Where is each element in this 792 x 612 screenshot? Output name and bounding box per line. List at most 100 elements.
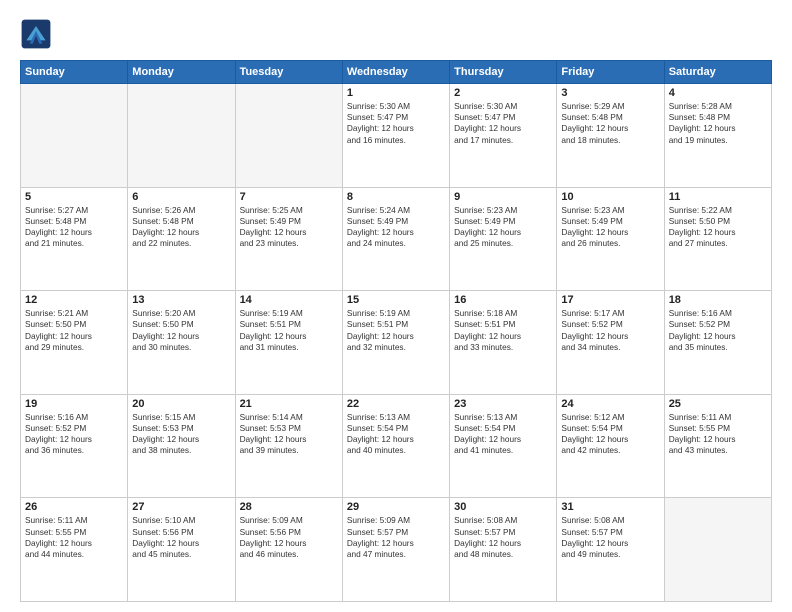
calendar-cell: 10 Sunrise: 5:23 AM Sunset: 5:49 PM Dayli…	[557, 187, 664, 291]
day-info: Sunrise: 5:30 AM Sunset: 5:47 PM Dayligh…	[347, 101, 445, 146]
calendar-cell: 14 Sunrise: 5:19 AM Sunset: 5:51 PM Dayli…	[235, 291, 342, 395]
calendar-cell: 12Sunrise: 5:21 AM Sunset: 5:50 PM Dayli…	[21, 291, 128, 395]
day-number: 10	[561, 191, 659, 203]
calendar-cell: 6 Sunrise: 5:26 AM Sunset: 5:48 PM Daylig…	[128, 187, 235, 291]
calendar-cell	[128, 84, 235, 188]
day-info: Sunrise: 5:28 AM Sunset: 5:48 PM Dayligh…	[669, 101, 767, 146]
calendar-cell: 4Sunrise: 5:28 AM Sunset: 5:48 PM Daylig…	[664, 84, 771, 188]
calendar-cell: 13 Sunrise: 5:20 AM Sunset: 5:50 PM Dayli…	[128, 291, 235, 395]
calendar-cell: 31 Sunrise: 5:08 AM Sunset: 5:57 PM Dayli…	[557, 498, 664, 602]
calendar-cell: 1 Sunrise: 5:30 AM Sunset: 5:47 PM Daylig…	[342, 84, 449, 188]
calendar-cell: 22 Sunrise: 5:13 AM Sunset: 5:54 PM Dayli…	[342, 394, 449, 498]
weekday-header-row: SundayMondayTuesdayWednesdayThursdayFrid…	[21, 61, 772, 84]
weekday-header-sunday: Sunday	[21, 61, 128, 84]
day-number: 13	[132, 294, 230, 306]
calendar-week-row: 5 Sunrise: 5:27 AM Sunset: 5:48 PM Daylig…	[21, 187, 772, 291]
day-number: 22	[347, 398, 445, 410]
day-number: 7	[240, 191, 338, 203]
day-info: Sunrise: 5:19 AM Sunset: 5:51 PM Dayligh…	[240, 308, 338, 353]
day-number: 11	[669, 191, 767, 203]
day-info: Sunrise: 5:21 AM Sunset: 5:50 PM Dayligh…	[25, 308, 123, 353]
day-number: 23	[454, 398, 552, 410]
calendar-cell: 29Sunrise: 5:09 AM Sunset: 5:57 PM Dayli…	[342, 498, 449, 602]
day-number: 8	[347, 191, 445, 203]
day-info: Sunrise: 5:23 AM Sunset: 5:49 PM Dayligh…	[561, 205, 659, 250]
day-info: Sunrise: 5:13 AM Sunset: 5:54 PM Dayligh…	[454, 412, 552, 457]
day-number: 14	[240, 294, 338, 306]
day-number: 21	[240, 398, 338, 410]
calendar-cell	[664, 498, 771, 602]
calendar-cell: 24 Sunrise: 5:12 AM Sunset: 5:54 PM Dayli…	[557, 394, 664, 498]
day-number: 9	[454, 191, 552, 203]
calendar-cell: 16 Sunrise: 5:18 AM Sunset: 5:51 PM Dayli…	[450, 291, 557, 395]
day-info: Sunrise: 5:13 AM Sunset: 5:54 PM Dayligh…	[347, 412, 445, 457]
calendar-cell: 20Sunrise: 5:15 AM Sunset: 5:53 PM Dayli…	[128, 394, 235, 498]
calendar-cell: 5 Sunrise: 5:27 AM Sunset: 5:48 PM Daylig…	[21, 187, 128, 291]
day-info: Sunrise: 5:23 AM Sunset: 5:49 PM Dayligh…	[454, 205, 552, 250]
day-number: 5	[25, 191, 123, 203]
calendar-cell: 2 Sunrise: 5:30 AM Sunset: 5:47 PM Daylig…	[450, 84, 557, 188]
weekday-header-wednesday: Wednesday	[342, 61, 449, 84]
calendar-cell: 25 Sunrise: 5:11 AM Sunset: 5:55 PM Dayli…	[664, 394, 771, 498]
day-info: Sunrise: 5:25 AM Sunset: 5:49 PM Dayligh…	[240, 205, 338, 250]
day-info: Sunrise: 5:11 AM Sunset: 5:55 PM Dayligh…	[25, 515, 123, 560]
day-number: 24	[561, 398, 659, 410]
calendar-cell	[235, 84, 342, 188]
day-info: Sunrise: 5:18 AM Sunset: 5:51 PM Dayligh…	[454, 308, 552, 353]
day-number: 15	[347, 294, 445, 306]
day-info: Sunrise: 5:17 AM Sunset: 5:52 PM Dayligh…	[561, 308, 659, 353]
day-number: 16	[454, 294, 552, 306]
day-number: 31	[561, 501, 659, 513]
day-info: Sunrise: 5:20 AM Sunset: 5:50 PM Dayligh…	[132, 308, 230, 353]
calendar-cell: 8 Sunrise: 5:24 AM Sunset: 5:49 PM Daylig…	[342, 187, 449, 291]
day-number: 26	[25, 501, 123, 513]
day-info: Sunrise: 5:24 AM Sunset: 5:49 PM Dayligh…	[347, 205, 445, 250]
calendar-week-row: 19 Sunrise: 5:16 AM Sunset: 5:52 PM Dayli…	[21, 394, 772, 498]
calendar-cell: 18Sunrise: 5:16 AM Sunset: 5:52 PM Dayli…	[664, 291, 771, 395]
day-number: 25	[669, 398, 767, 410]
day-info: Sunrise: 5:12 AM Sunset: 5:54 PM Dayligh…	[561, 412, 659, 457]
logo	[20, 18, 56, 50]
day-number: 19	[25, 398, 123, 410]
calendar-cell: 7 Sunrise: 5:25 AM Sunset: 5:49 PM Daylig…	[235, 187, 342, 291]
day-number: 6	[132, 191, 230, 203]
calendar-cell: 30 Sunrise: 5:08 AM Sunset: 5:57 PM Dayli…	[450, 498, 557, 602]
day-number: 28	[240, 501, 338, 513]
day-info: Sunrise: 5:19 AM Sunset: 5:51 PM Dayligh…	[347, 308, 445, 353]
calendar-week-row: 12Sunrise: 5:21 AM Sunset: 5:50 PM Dayli…	[21, 291, 772, 395]
page: SundayMondayTuesdayWednesdayThursdayFrid…	[0, 0, 792, 612]
day-info: Sunrise: 5:27 AM Sunset: 5:48 PM Dayligh…	[25, 205, 123, 250]
day-info: Sunrise: 5:22 AM Sunset: 5:50 PM Dayligh…	[669, 205, 767, 250]
day-info: Sunrise: 5:09 AM Sunset: 5:56 PM Dayligh…	[240, 515, 338, 560]
day-info: Sunrise: 5:09 AM Sunset: 5:57 PM Dayligh…	[347, 515, 445, 560]
weekday-header-monday: Monday	[128, 61, 235, 84]
day-number: 18	[669, 294, 767, 306]
day-info: Sunrise: 5:10 AM Sunset: 5:56 PM Dayligh…	[132, 515, 230, 560]
day-info: Sunrise: 5:26 AM Sunset: 5:48 PM Dayligh…	[132, 205, 230, 250]
calendar-cell: 23 Sunrise: 5:13 AM Sunset: 5:54 PM Dayli…	[450, 394, 557, 498]
weekday-header-thursday: Thursday	[450, 61, 557, 84]
calendar-week-row: 26 Sunrise: 5:11 AM Sunset: 5:55 PM Dayli…	[21, 498, 772, 602]
header	[20, 18, 772, 50]
calendar-cell: 15 Sunrise: 5:19 AM Sunset: 5:51 PM Dayli…	[342, 291, 449, 395]
calendar-cell: 3Sunrise: 5:29 AM Sunset: 5:48 PM Daylig…	[557, 84, 664, 188]
weekday-header-friday: Friday	[557, 61, 664, 84]
day-info: Sunrise: 5:14 AM Sunset: 5:53 PM Dayligh…	[240, 412, 338, 457]
calendar-cell: 17 Sunrise: 5:17 AM Sunset: 5:52 PM Dayli…	[557, 291, 664, 395]
day-number: 2	[454, 87, 552, 99]
weekday-header-saturday: Saturday	[664, 61, 771, 84]
day-info: Sunrise: 5:08 AM Sunset: 5:57 PM Dayligh…	[561, 515, 659, 560]
calendar-cell: 26 Sunrise: 5:11 AM Sunset: 5:55 PM Dayli…	[21, 498, 128, 602]
day-number: 17	[561, 294, 659, 306]
calendar-cell: 9 Sunrise: 5:23 AM Sunset: 5:49 PM Daylig…	[450, 187, 557, 291]
day-info: Sunrise: 5:08 AM Sunset: 5:57 PM Dayligh…	[454, 515, 552, 560]
day-number: 1	[347, 87, 445, 99]
day-info: Sunrise: 5:30 AM Sunset: 5:47 PM Dayligh…	[454, 101, 552, 146]
day-info: Sunrise: 5:11 AM Sunset: 5:55 PM Dayligh…	[669, 412, 767, 457]
weekday-header-tuesday: Tuesday	[235, 61, 342, 84]
calendar-week-row: 1 Sunrise: 5:30 AM Sunset: 5:47 PM Daylig…	[21, 84, 772, 188]
day-info: Sunrise: 5:16 AM Sunset: 5:52 PM Dayligh…	[25, 412, 123, 457]
day-number: 27	[132, 501, 230, 513]
calendar-cell: 19 Sunrise: 5:16 AM Sunset: 5:52 PM Dayli…	[21, 394, 128, 498]
day-number: 30	[454, 501, 552, 513]
